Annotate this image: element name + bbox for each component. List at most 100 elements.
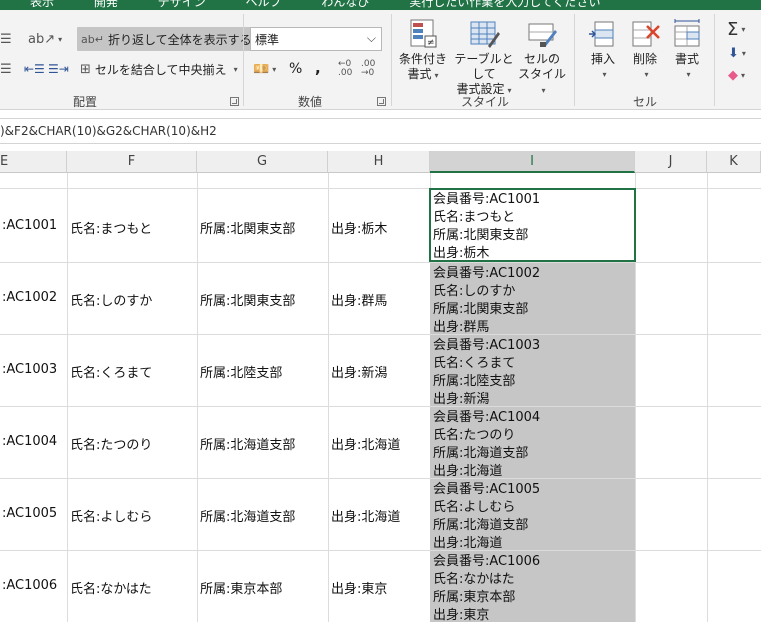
cell-e4[interactable]: :AC1003 <box>2 362 57 377</box>
column-header-e[interactable]: E <box>0 151 67 173</box>
menu-view[interactable]: 表示 <box>30 0 54 9</box>
format-as-table-icon <box>468 18 500 50</box>
cell-styles-button[interactable]: セルの スタイル ▾ <box>517 18 567 98</box>
cell-line: 会員番号:AC1004 <box>433 410 541 425</box>
format-icon <box>671 18 703 50</box>
cell-g6[interactable]: 所属:北海道支部 <box>200 506 295 525</box>
cell-e3[interactable]: :AC1002 <box>2 290 57 305</box>
ribbon: ☰ ab↗ ▾ ab↵ 折り返して全体を表示する ☰ ⇤☰ ☰⇥ ⊞ セルを結合し… <box>0 10 761 110</box>
cell-line: 氏名:しのすか <box>433 284 516 299</box>
align-justify-icon[interactable]: ☰ <box>0 62 12 77</box>
menu-wannabi[interactable]: わんなび <box>321 0 369 9</box>
cell-line: 氏名:たつのり <box>433 428 516 443</box>
column-header-i[interactable]: I <box>430 151 635 173</box>
alignment-group-label: 配置 <box>72 95 97 109</box>
cell-e6[interactable]: :AC1005 <box>2 506 57 521</box>
cell-h5[interactable]: 出身:北海道 <box>331 434 400 453</box>
delete-cells-button[interactable]: 削除 ▾ <box>624 18 666 82</box>
cell-g5[interactable]: 所属:北海道支部 <box>200 434 295 453</box>
cell-line: 出身:新潟 <box>433 392 490 406</box>
decrease-indent-button[interactable]: ⇤☰ <box>24 62 45 76</box>
cell-f6[interactable]: 氏名:よしむら <box>70 506 152 525</box>
menu-design[interactable]: デザイン <box>158 0 206 9</box>
cell-g2[interactable]: 所属:北関東支部 <box>200 218 295 237</box>
cell-e5[interactable]: :AC1004 <box>2 434 57 449</box>
cell-line: 所属:北関東支部 <box>433 302 529 317</box>
cell-i4[interactable]: 会員番号:AC1003 氏名:くろまて 所属:北陸支部 出身:新潟 <box>430 335 635 406</box>
cell-line: 氏名:なかはた <box>433 572 515 587</box>
chevron-down-icon: ▾ <box>272 65 277 74</box>
column-header-j[interactable]: J <box>635 151 707 173</box>
cell-i5[interactable]: 会員番号:AC1004 氏名:たつのり 所属:北海道支部 出身:北海道 <box>430 407 635 478</box>
cell-line: 会員番号:AC1006 <box>433 554 541 569</box>
cell-i7[interactable]: 会員番号:AC1006 氏名:なかはた 所属:東京本部 出身:東京 <box>430 551 635 622</box>
menu-help[interactable]: ヘルプ <box>246 0 282 9</box>
cell-g4[interactable]: 所属:北陸支部 <box>200 362 282 381</box>
gridline <box>0 550 761 551</box>
column-header-k[interactable]: K <box>707 151 761 173</box>
cell-f3[interactable]: 氏名:しのすか <box>70 290 152 309</box>
chevron-down-icon: ▾ <box>741 49 746 58</box>
wrap-text-icon: ab↵ <box>81 32 104 46</box>
insert-cells-button[interactable]: 挿入 ▾ <box>582 18 624 82</box>
cell-f5[interactable]: 氏名:たつのり <box>70 434 152 453</box>
cells-group-label: セル <box>632 95 657 109</box>
formula-bar[interactable]: )&F2&CHAR(10)&G2&CHAR(10)&H2 <box>0 118 761 144</box>
cell-line: 出身:群馬 <box>433 320 490 334</box>
percent-label: % <box>289 61 303 77</box>
cell-g3[interactable]: 所属:北関東支部 <box>200 290 295 309</box>
currency-format-button[interactable]: 💴 ▾ <box>253 62 276 77</box>
svg-text:≠: ≠ <box>427 38 435 48</box>
conditional-label-2: 書式 <box>407 67 432 81</box>
number-group-label: 数値 <box>297 95 322 109</box>
alignment-launcher-icon[interactable] <box>230 97 239 106</box>
format-label: 書式 <box>674 52 699 66</box>
format-as-table-button[interactable]: テーブルとして 書式設定 ▾ <box>449 18 519 98</box>
clear-button[interactable]: ◆ ▾ <box>728 68 745 83</box>
active-cell-selection <box>429 188 636 262</box>
align-left-icon[interactable]: ☰ <box>0 32 12 47</box>
cell-e2[interactable]: :AC1001 <box>2 218 57 233</box>
merge-center-label: セルを結合して中央揃え <box>94 63 227 77</box>
cell-f4[interactable]: 氏名:くろまて <box>70 362 152 381</box>
increase-decimal-button[interactable]: ←0.00 <box>338 60 352 78</box>
autosum-button[interactable]: Σ ▾ <box>727 19 745 40</box>
number-format-select[interactable]: 標準 ⌵ <box>250 27 382 51</box>
conditional-formatting-icon: ≠ <box>407 18 439 50</box>
group-divider <box>391 14 392 106</box>
menu-developer[interactable]: 開発 <box>94 0 118 9</box>
increase-indent-button[interactable]: ☰⇥ <box>48 62 69 76</box>
chevron-down-icon: ▾ <box>602 70 607 79</box>
column-header-f[interactable]: F <box>67 151 197 173</box>
merge-center-button[interactable]: ⊞ セルを結合して中央揃え ▾ <box>80 61 238 78</box>
formula-text[interactable]: )&F2&CHAR(10)&G2&CHAR(10)&H2 <box>0 124 217 138</box>
cell-g7[interactable]: 所属:東京本部 <box>200 578 282 597</box>
cell-h7[interactable]: 出身:東京 <box>331 578 387 597</box>
decrease-decimal-button[interactable]: .00 →0 <box>361 60 375 78</box>
orientation-button[interactable]: ab↗ ▾ <box>28 32 62 47</box>
cell-i3[interactable]: 会員番号:AC1002 氏名:しのすか 所属:北関東支部 出身:群馬 <box>430 263 635 334</box>
format-cells-button[interactable]: 書式 ▾ <box>666 18 708 82</box>
cell-h6[interactable]: 出身:北海道 <box>331 506 400 525</box>
conditional-formatting-button[interactable]: ≠ 条件付き 書式 ▾ <box>397 18 449 83</box>
cell-f7[interactable]: 氏名:なかはた <box>70 578 152 597</box>
chevron-down-icon: ▾ <box>541 86 546 95</box>
cell-f2[interactable]: 氏名:まつもと <box>70 218 152 237</box>
cell-h4[interactable]: 出身:新潟 <box>331 362 387 381</box>
fill-button[interactable]: ⬇ ▾ <box>728 46 746 61</box>
cell-i6[interactable]: 会員番号:AC1005 氏名:よしむら 所属:北海道支部 出身:北海道 <box>430 479 635 550</box>
percent-button[interactable]: % <box>289 61 302 77</box>
fill-down-icon: ⬇ <box>728 46 739 61</box>
number-launcher-icon[interactable] <box>377 97 386 106</box>
cell-h3[interactable]: 出身:群馬 <box>331 290 387 309</box>
column-header-g[interactable]: G <box>197 151 328 173</box>
gridline <box>197 173 198 622</box>
tell-me-search[interactable]: 実行したい作業を入力してください <box>409 0 600 9</box>
cell-h2[interactable]: 出身:栃木 <box>331 218 387 237</box>
chevron-down-icon: ▾ <box>233 65 238 74</box>
cell-e7[interactable]: :AC1006 <box>2 578 57 593</box>
wrap-text-button[interactable]: ab↵ 折り返して全体を表示する <box>77 27 256 51</box>
comma-style-button[interactable]: , <box>315 59 321 77</box>
cell-line: 出身:東京 <box>433 608 490 622</box>
column-header-h[interactable]: H <box>328 151 430 173</box>
